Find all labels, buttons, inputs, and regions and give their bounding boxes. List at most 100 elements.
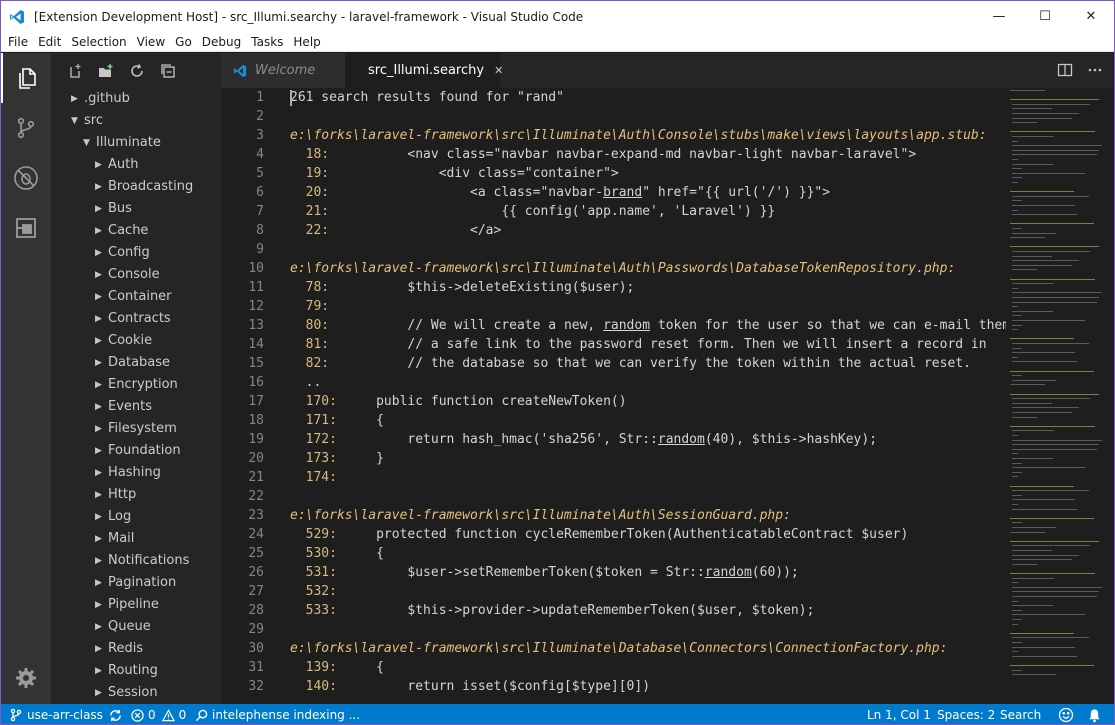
- close-window-button[interactable]: ✕: [1068, 1, 1114, 32]
- refresh-icon: [131, 63, 143, 77]
- menu-help[interactable]: Help: [288, 33, 325, 51]
- menu-file[interactable]: File: [3, 33, 33, 51]
- refresh-button[interactable]: [129, 63, 145, 79]
- tree-item[interactable]: ▶ Hashing: [51, 462, 221, 484]
- line-number: 29: [248, 622, 264, 637]
- chevron-right-icon: ▶: [95, 512, 102, 522]
- tree-item[interactable]: ▶ Bus: [51, 198, 221, 220]
- new-file-icon: [70, 63, 81, 78]
- minimap-line: [1010, 370, 1094, 372]
- tab-search-results[interactable]: src_Illumi.searchy ✕: [345, 53, 503, 88]
- tree-item[interactable]: ▶ Cache: [51, 220, 221, 242]
- split-editor-button[interactable]: [1057, 62, 1073, 82]
- menu-view[interactable]: View: [132, 33, 170, 51]
- tree-item-label: Hashing: [108, 465, 161, 480]
- minimize-button[interactable]: —: [976, 1, 1022, 32]
- source-control-activity[interactable]: [1, 103, 51, 153]
- problems-status[interactable]: 0 0: [131, 704, 186, 724]
- minimap-line: [1012, 182, 1018, 183]
- new-folder-button[interactable]: [98, 63, 114, 79]
- minimap-line: [1010, 393, 1099, 395]
- tree-item[interactable]: ▶ Notifications: [51, 550, 221, 572]
- tree-item[interactable]: ▶ Events: [51, 396, 221, 418]
- explorer-activity[interactable]: [1, 53, 51, 103]
- line-number: 27: [248, 584, 264, 599]
- result-file-path: e:\forks\laravel-framework\src\Illuminat…: [290, 508, 791, 523]
- editor-area[interactable]: 1 2 3 4 5 6 7 8 9 10 11 12 13 14 15 16 17 18 19 20 21 22 23 24 2…: [221, 88, 1114, 704]
- new-file-button[interactable]: [67, 63, 83, 79]
- tree-item[interactable]: ▶ Broadcasting: [51, 176, 221, 198]
- debug-activity[interactable]: [1, 153, 51, 203]
- tree-item[interactable]: ▶ Cookie: [51, 330, 221, 352]
- tree-item[interactable]: ▶ Queue: [51, 616, 221, 638]
- line-number: 31: [248, 660, 264, 675]
- indexing-status[interactable]: intelephense indexing ...: [195, 704, 360, 724]
- tree-item[interactable]: ▼ Illuminate: [51, 132, 221, 154]
- menu-go[interactable]: Go: [170, 33, 197, 51]
- tree-item[interactable]: ▶ Pagination: [51, 572, 221, 594]
- tree-item[interactable]: ▶ Routing: [51, 660, 221, 682]
- cursor-position[interactable]: Ln 1, Col 1: [867, 704, 931, 724]
- minimap-line: [1012, 439, 1102, 441]
- tree-item[interactable]: ▶ Container: [51, 286, 221, 308]
- menu-tasks[interactable]: Tasks: [246, 33, 288, 51]
- tree-item[interactable]: ▶ Config: [51, 242, 221, 264]
- tree-item[interactable]: ▶ Foundation: [51, 440, 221, 462]
- tree-item[interactable]: ▶ .github: [51, 88, 221, 110]
- result-line-number: 80:: [290, 318, 330, 333]
- tree-item[interactable]: ▶ Encryption: [51, 374, 221, 396]
- maximize-button[interactable]: ☐: [1022, 1, 1068, 32]
- tree-item[interactable]: ▶ Contracts: [51, 308, 221, 330]
- extensions-activity[interactable]: [1, 203, 51, 253]
- line-number-gutter: 1 2 3 4 5 6 7 8 9 10 11 12 13 14 15 16 17 18 19 20 21 22 23 24 2…: [221, 88, 279, 704]
- minimap[interactable]: [1006, 88, 1106, 704]
- minimap-line: [1012, 260, 1079, 262]
- tree-item[interactable]: ▶ Database: [51, 352, 221, 374]
- language-mode[interactable]: Search: [1000, 704, 1041, 724]
- tree-item[interactable]: ▶ Filesystem: [51, 418, 221, 440]
- tree-item-label: src: [84, 113, 103, 128]
- tab-close-icon[interactable]: ✕: [494, 64, 503, 77]
- menu-edit[interactable]: Edit: [33, 33, 66, 51]
- minimap-line: [1012, 320, 1085, 321]
- minimap-line: [1012, 149, 1099, 151]
- code-line: 533: $this->provider->updateRememberToke…: [290, 601, 815, 620]
- code-text: random: [657, 432, 705, 447]
- tree-item[interactable]: ▶ Log: [51, 506, 221, 528]
- tree-item[interactable]: ▶ Console: [51, 264, 221, 286]
- minimap-line: [1012, 609, 1022, 611]
- indentation-status[interactable]: Spaces: 2: [937, 704, 995, 724]
- menu-selection[interactable]: Selection: [66, 33, 131, 51]
- feedback-button[interactable]: [1058, 704, 1074, 724]
- result-line-number: 172:: [290, 432, 337, 447]
- tab-welcome[interactable]: Welcome: [221, 53, 345, 88]
- tree-item[interactable]: ▼ src: [51, 110, 221, 132]
- tree-item-label: Session: [108, 685, 158, 700]
- tree-item[interactable]: ▶ Http: [51, 484, 221, 506]
- status-bar: use-arr-class 0 0 intelephense indexing …: [1, 704, 1114, 724]
- sync-button[interactable]: [109, 704, 122, 724]
- minimap-line: [1012, 306, 1018, 308]
- tree-item-label: Queue: [108, 619, 151, 634]
- tree-item[interactable]: ▶ Session: [51, 682, 221, 704]
- minimap-line: [1012, 586, 1102, 588]
- tree-item[interactable]: ▶ Auth: [51, 154, 221, 176]
- tree-item[interactable]: ▶ Pipeline: [51, 594, 221, 616]
- tree-item[interactable]: ▶ Redis: [51, 638, 221, 660]
- more-actions-button[interactable]: [1087, 62, 1103, 82]
- manage-activity[interactable]: [1, 653, 51, 703]
- code-text: return isset($config[$type][0]): [336, 679, 651, 694]
- notifications-button[interactable]: [1087, 704, 1102, 724]
- branch-status[interactable]: use-arr-class: [9, 704, 103, 724]
- line-number: 32: [248, 679, 264, 694]
- menu-debug[interactable]: Debug: [197, 33, 246, 51]
- result-line-number: 22:: [290, 223, 330, 238]
- line-number: 3: [256, 128, 264, 143]
- explorer-toolbar: [51, 53, 221, 88]
- line-number: 25: [248, 546, 264, 561]
- code-text: public function createNewToken(): [336, 394, 627, 409]
- collapse-all-button[interactable]: [160, 63, 176, 79]
- minimap-line: [1012, 209, 1018, 211]
- tree-item[interactable]: ▶ Mail: [51, 528, 221, 550]
- minimap-line: [1012, 361, 1077, 363]
